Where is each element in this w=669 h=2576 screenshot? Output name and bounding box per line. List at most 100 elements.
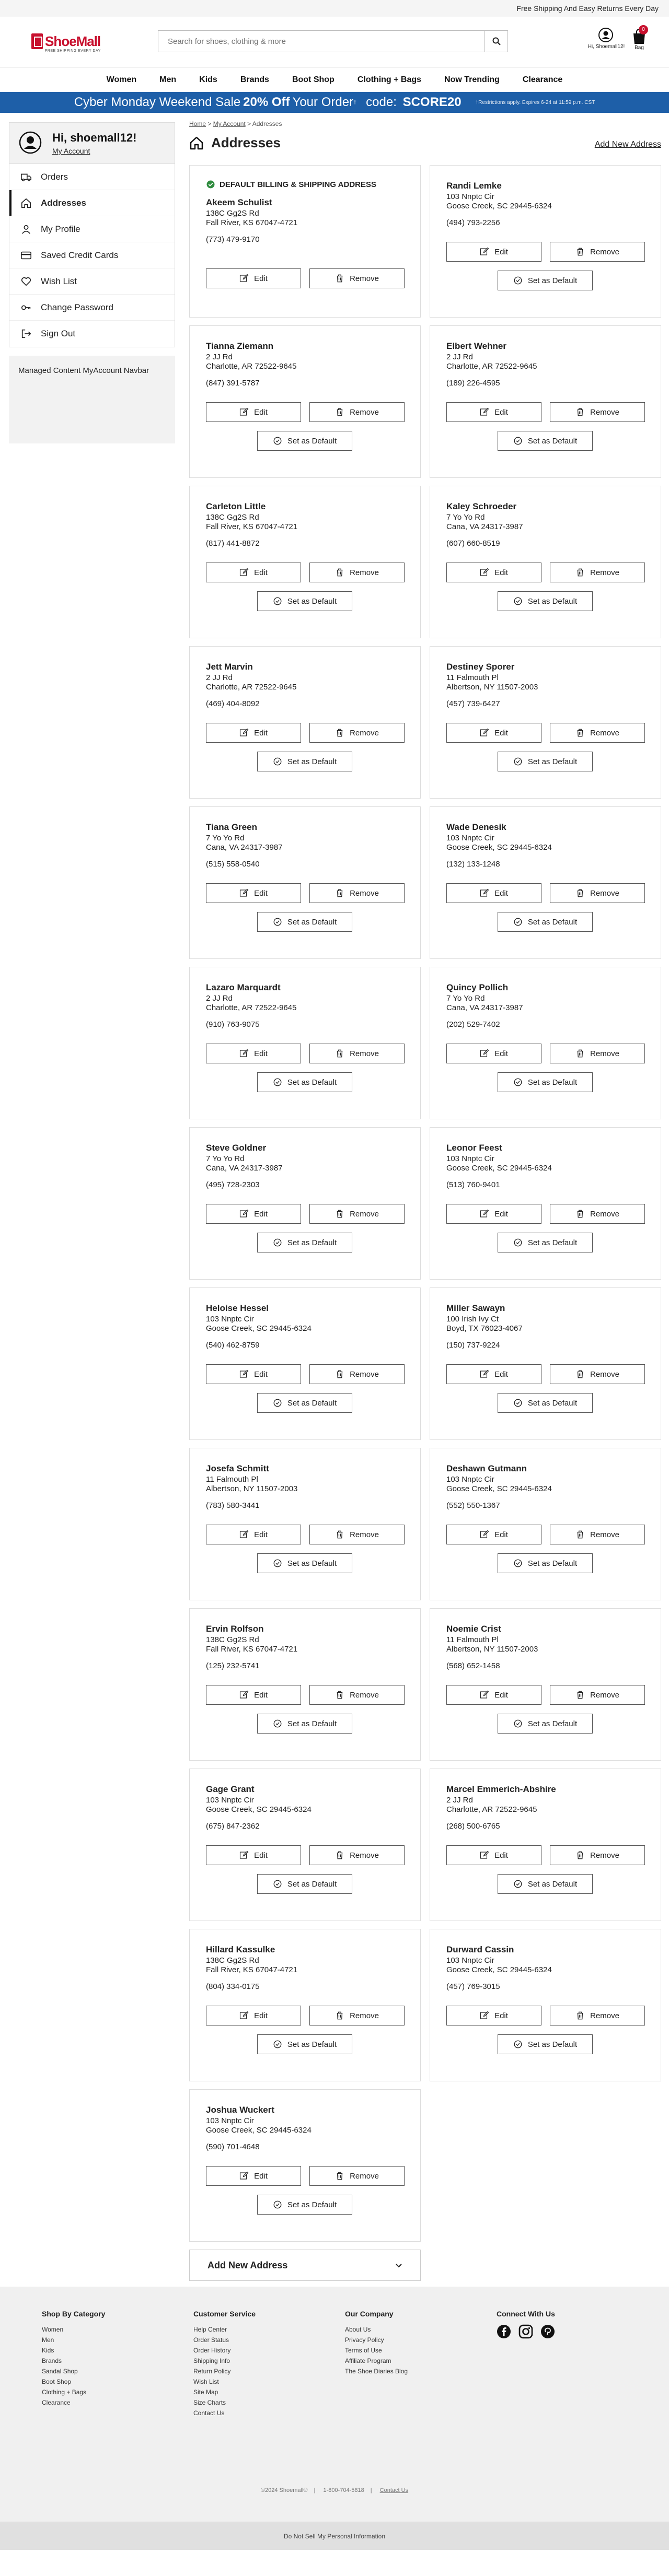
- footer-link-brands[interactable]: Brands: [42, 2356, 105, 2366]
- set-default-button[interactable]: Set as Default: [257, 1553, 352, 1573]
- edit-button[interactable]: Edit: [446, 242, 541, 262]
- bag-button[interactable]: 0 Bag: [630, 25, 648, 52]
- footer-contact-link[interactable]: Contact Us: [380, 2487, 408, 2493]
- nav-clearance[interactable]: Clearance: [511, 75, 574, 85]
- set-default-button[interactable]: Set as Default: [498, 1714, 593, 1734]
- edit-button[interactable]: Edit: [446, 563, 541, 582]
- set-default-button[interactable]: Set as Default: [498, 431, 593, 451]
- sidebar-item-wish-list[interactable]: Wish List: [9, 268, 175, 295]
- set-default-button[interactable]: Set as Default: [257, 2195, 352, 2215]
- set-default-button[interactable]: Set as Default: [498, 271, 593, 290]
- sidebar-item-change-password[interactable]: Change Password: [9, 295, 175, 321]
- footer-link-boot-shop[interactable]: Boot Shop: [42, 2376, 105, 2387]
- nav-clothing-bags[interactable]: Clothing + Bags: [346, 75, 433, 85]
- footer-link-about-us[interactable]: About Us: [345, 2324, 408, 2335]
- remove-button[interactable]: Remove: [309, 1685, 405, 1705]
- edit-button[interactable]: Edit: [206, 1364, 301, 1384]
- edit-button[interactable]: Edit: [446, 2006, 541, 2025]
- remove-button[interactable]: Remove: [550, 723, 645, 743]
- remove-button[interactable]: Remove: [309, 1204, 405, 1224]
- edit-button[interactable]: Edit: [446, 883, 541, 903]
- set-default-button[interactable]: Set as Default: [498, 2034, 593, 2054]
- footer-link-order-history[interactable]: Order History: [193, 2345, 256, 2356]
- edit-button[interactable]: Edit: [206, 1044, 301, 1063]
- remove-button[interactable]: Remove: [550, 242, 645, 262]
- set-default-button[interactable]: Set as Default: [257, 1393, 352, 1413]
- remove-button[interactable]: Remove: [309, 1845, 405, 1865]
- set-default-button[interactable]: Set as Default: [498, 1393, 593, 1413]
- set-default-button[interactable]: Set as Default: [498, 1072, 593, 1092]
- footer-link-kids[interactable]: Kids: [42, 2345, 105, 2356]
- set-default-button[interactable]: Set as Default: [257, 431, 352, 451]
- add-new-address-link[interactable]: Add New Address: [595, 140, 661, 149]
- edit-button[interactable]: Edit: [206, 2166, 301, 2186]
- remove-button[interactable]: Remove: [550, 402, 645, 422]
- remove-button[interactable]: Remove: [550, 1525, 645, 1544]
- set-default-button[interactable]: Set as Default: [498, 1233, 593, 1252]
- nav-men[interactable]: Men: [148, 75, 188, 85]
- search-input[interactable]: [158, 31, 485, 52]
- set-default-button[interactable]: Set as Default: [257, 752, 352, 771]
- footer-link-contact-us[interactable]: Contact Us: [193, 2408, 256, 2418]
- edit-button[interactable]: Edit: [206, 1685, 301, 1705]
- remove-button[interactable]: Remove: [550, 1204, 645, 1224]
- remove-button[interactable]: Remove: [309, 1525, 405, 1544]
- set-default-button[interactable]: Set as Default: [498, 912, 593, 932]
- footer-link-sandal-shop[interactable]: Sandal Shop: [42, 2366, 105, 2376]
- edit-button[interactable]: Edit: [446, 1525, 541, 1544]
- remove-button[interactable]: Remove: [550, 1685, 645, 1705]
- site-logo[interactable]: ShoeMall FREE SHIPPING EVERY DAY: [31, 32, 115, 56]
- footer-link-wish-list[interactable]: Wish List: [193, 2376, 256, 2387]
- edit-button[interactable]: Edit: [446, 402, 541, 422]
- edit-button[interactable]: Edit: [446, 1044, 541, 1063]
- set-default-button[interactable]: Set as Default: [257, 1714, 352, 1734]
- nav-now-trending[interactable]: Now Trending: [433, 75, 511, 85]
- set-default-button[interactable]: Set as Default: [257, 912, 352, 932]
- footer-link-order-status[interactable]: Order Status: [193, 2335, 256, 2345]
- nav-women[interactable]: Women: [95, 75, 148, 85]
- remove-button[interactable]: Remove: [309, 1044, 405, 1063]
- remove-button[interactable]: Remove: [309, 883, 405, 903]
- set-default-button[interactable]: Set as Default: [257, 1072, 352, 1092]
- account-button[interactable]: [598, 27, 614, 43]
- footer-link-terms-of-use[interactable]: Terms of Use: [345, 2345, 408, 2356]
- remove-button[interactable]: Remove: [550, 1364, 645, 1384]
- footer-link-men[interactable]: Men: [42, 2335, 105, 2345]
- edit-button[interactable]: Edit: [446, 1204, 541, 1224]
- footer-link-privacy-policy[interactable]: Privacy Policy: [345, 2335, 408, 2345]
- set-default-button[interactable]: Set as Default: [498, 752, 593, 771]
- edit-button[interactable]: Edit: [446, 723, 541, 743]
- sidebar-item-addresses[interactable]: Addresses: [9, 190, 175, 216]
- edit-button[interactable]: Edit: [206, 883, 301, 903]
- set-default-button[interactable]: Set as Default: [498, 1553, 593, 1573]
- footer-link-affiliate-program[interactable]: Affiliate Program: [345, 2356, 408, 2366]
- edit-button[interactable]: Edit: [206, 1845, 301, 1865]
- edit-button[interactable]: Edit: [206, 723, 301, 743]
- promo-banner[interactable]: Cyber Monday Weekend Sale 20% Off Your O…: [0, 92, 669, 113]
- facebook-link[interactable]: [497, 2324, 511, 2342]
- account-label[interactable]: Hi, Shoemall12!: [580, 44, 632, 50]
- breadcrumb-home[interactable]: Home: [189, 120, 206, 127]
- remove-button[interactable]: Remove: [550, 2006, 645, 2025]
- footer-link-size-charts[interactable]: Size Charts: [193, 2397, 256, 2408]
- edit-button[interactable]: Edit: [206, 402, 301, 422]
- nav-kids[interactable]: Kids: [188, 75, 229, 85]
- remove-button[interactable]: Remove: [550, 1845, 645, 1865]
- remove-button[interactable]: Remove: [309, 1364, 405, 1384]
- remove-button[interactable]: Remove: [309, 563, 405, 582]
- footer-link-site-map[interactable]: Site Map: [193, 2387, 256, 2397]
- footer-link-women[interactable]: Women: [42, 2324, 105, 2335]
- instagram-link[interactable]: [518, 2324, 533, 2342]
- sidebar-item-saved-credit-cards[interactable]: Saved Credit Cards: [9, 242, 175, 268]
- set-default-button[interactable]: Set as Default: [257, 2034, 352, 2054]
- remove-button[interactable]: Remove: [309, 2006, 405, 2025]
- remove-button[interactable]: Remove: [550, 1044, 645, 1063]
- footer-link-shipping-info[interactable]: Shipping Info: [193, 2356, 256, 2366]
- set-default-button[interactable]: Set as Default: [498, 1874, 593, 1894]
- set-default-button[interactable]: Set as Default: [498, 591, 593, 611]
- footer-link-help-center[interactable]: Help Center: [193, 2324, 256, 2335]
- footer-link-the-shoe-diaries-blog[interactable]: The Shoe Diaries Blog: [345, 2366, 408, 2376]
- breadcrumb-my-account[interactable]: My Account: [213, 120, 246, 127]
- search-button[interactable]: [485, 31, 507, 52]
- edit-button[interactable]: Edit: [206, 1204, 301, 1224]
